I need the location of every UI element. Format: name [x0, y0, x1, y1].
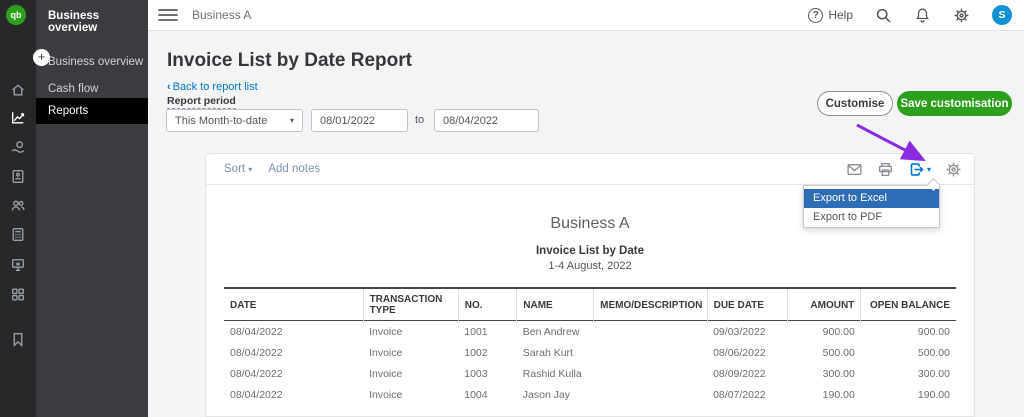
table-cell: 08/04/2022 — [224, 321, 363, 343]
table-cell: 900.00 — [861, 321, 956, 343]
table-cell: 08/04/2022 — [224, 342, 363, 363]
report-title: Invoice List by Date — [206, 245, 974, 257]
topbar: Business A ? Help S — [148, 0, 1024, 31]
table-header-cell: TRANSACTION TYPE — [363, 288, 458, 321]
table-cell — [594, 384, 707, 405]
table-cell: 08/07/2022 — [707, 384, 788, 405]
invoice-table: DATETRANSACTION TYPENO.NAMEMEMO/DESCRIPT… — [224, 287, 956, 405]
table-cell: Rashid Kulla — [517, 363, 594, 384]
quickbooks-logo[interactable]: qb — [6, 5, 26, 25]
table-header-cell: DATE — [224, 288, 363, 321]
table-row: 08/04/2022Invoice1002Sarah Kurt 08/06/202… — [224, 342, 956, 363]
sidebar-item-business-overview[interactable]: Business overview — [36, 50, 148, 74]
table-cell: 300.00 — [861, 363, 956, 384]
report-card-toolbar: Sort ▾ Add notes ▾ — [206, 154, 974, 185]
export-button[interactable]: ▾ — [908, 161, 931, 178]
hamburger-menu-icon[interactable] — [158, 6, 178, 24]
table-cell — [594, 342, 707, 363]
add-notes-button[interactable]: Add notes — [268, 163, 320, 175]
table-cell: 08/04/2022 — [224, 384, 363, 405]
main-content: Invoice List by Date Report ‹Back to rep… — [148, 31, 1024, 417]
table-cell: 09/03/2022 — [707, 321, 788, 343]
table-cell: 1001 — [458, 321, 517, 343]
table-cell: Invoice — [363, 384, 458, 405]
report-period-label: Report period — [167, 95, 236, 109]
cash-flow-icon[interactable] — [10, 139, 27, 156]
menu-item-export-to-pdf[interactable]: Export to PDF — [804, 208, 939, 227]
save-customisation-button[interactable]: Save customisation — [897, 91, 1012, 116]
table-cell: 1002 — [458, 342, 517, 363]
table-cell: 1003 — [458, 363, 517, 384]
sidebar-header: Business overview — [48, 10, 148, 34]
company-name: Business A — [192, 8, 251, 22]
table-cell: 500.00 — [788, 342, 861, 363]
export-icon — [908, 161, 925, 178]
menu-item-export-to-excel[interactable]: Export to Excel — [804, 189, 939, 208]
report-period-select[interactable]: This Month-to-date ▾ — [166, 109, 303, 132]
table-header-cell: MEMO/DESCRIPTION — [594, 288, 707, 321]
back-to-report-list-link[interactable]: ‹Back to report list — [167, 81, 258, 93]
reports-chart-icon[interactable] — [10, 109, 27, 126]
table-cell: 900.00 — [788, 321, 861, 343]
sidebar-item-reports[interactable]: Reports — [36, 98, 148, 124]
table-header-cell: AMOUNT — [788, 288, 861, 321]
table-cell: Invoice — [363, 321, 458, 343]
to-label: to — [415, 114, 424, 126]
table-row: 08/04/2022Invoice1004Jason Jay 08/07/2022… — [224, 384, 956, 405]
table-header-cell: NO. — [458, 288, 517, 321]
customise-button[interactable]: Customise — [817, 91, 893, 116]
apps-icon[interactable] — [10, 286, 27, 303]
user-avatar[interactable]: S — [992, 5, 1012, 25]
table-cell: 08/06/2022 — [707, 342, 788, 363]
table-row: 08/04/2022Invoice1003Rashid Kulla 08/09/2… — [224, 363, 956, 384]
new-plus-button[interactable]: + — [33, 49, 50, 66]
table-cell: 1004 — [458, 384, 517, 405]
notifications-bell-icon[interactable] — [914, 7, 931, 24]
select-caret-icon: ▾ — [290, 116, 294, 125]
table-cell — [594, 363, 707, 384]
export-dropdown-menu: Export to Excel Export to PDF — [803, 185, 940, 228]
table-cell: Sarah Kurt — [517, 342, 594, 363]
nav-rail: qb — [0, 0, 36, 417]
table-cell: 190.00 — [788, 384, 861, 405]
table-cell: 190.00 — [861, 384, 956, 405]
table-header-cell: OPEN BALANCE — [861, 288, 956, 321]
print-icon[interactable] — [877, 161, 894, 178]
report-period-range: 1-4 August, 2022 — [206, 260, 974, 272]
help-button[interactable]: ? Help — [808, 8, 853, 23]
table-header-cell: DUE DATE — [707, 288, 788, 321]
table-cell: 08/04/2022 — [224, 363, 363, 384]
table-row: 08/04/2022Invoice1001Ben Andrew 09/03/202… — [224, 321, 956, 343]
table-cell — [594, 321, 707, 343]
billing-icon[interactable] — [10, 256, 27, 273]
back-chevron-icon: ‹ — [167, 81, 171, 93]
report-table-body: 08/04/2022Invoice1001Ben Andrew09/03/202… — [224, 321, 956, 406]
table-cell: Ben Andrew — [517, 321, 594, 343]
email-icon[interactable] — [846, 161, 863, 178]
sort-button[interactable]: Sort ▾ — [224, 163, 252, 175]
table-cell: Invoice — [363, 342, 458, 363]
table-cell: Invoice — [363, 363, 458, 384]
table-header-cell: NAME — [517, 288, 594, 321]
export-caret-icon: ▾ — [927, 165, 931, 174]
help-icon: ? — [808, 8, 823, 23]
search-icon[interactable] — [875, 7, 892, 24]
page-title: Invoice List by Date Report — [167, 50, 412, 72]
customers-icon[interactable] — [10, 197, 27, 214]
settings-gear-icon[interactable] — [953, 7, 970, 24]
sidebar: Business overview Business overview Cash… — [36, 0, 148, 417]
sort-caret-icon: ▾ — [248, 165, 252, 174]
table-header-row: DATETRANSACTION TYPENO.NAMEMEMO/DESCRIPT… — [224, 288, 956, 321]
report-settings-gear-icon[interactable] — [945, 161, 962, 178]
home-icon[interactable] — [10, 81, 27, 98]
table-cell: 08/09/2022 — [707, 363, 788, 384]
table-cell: Jason Jay — [517, 384, 594, 405]
calculator-icon[interactable] — [10, 226, 27, 243]
contacts-icon[interactable] — [10, 168, 27, 185]
table-cell: 500.00 — [861, 342, 956, 363]
date-from-input[interactable] — [311, 109, 408, 132]
table-cell: 300.00 — [788, 363, 861, 384]
date-to-input[interactable] — [434, 109, 539, 132]
bookmark-icon[interactable] — [10, 331, 27, 348]
